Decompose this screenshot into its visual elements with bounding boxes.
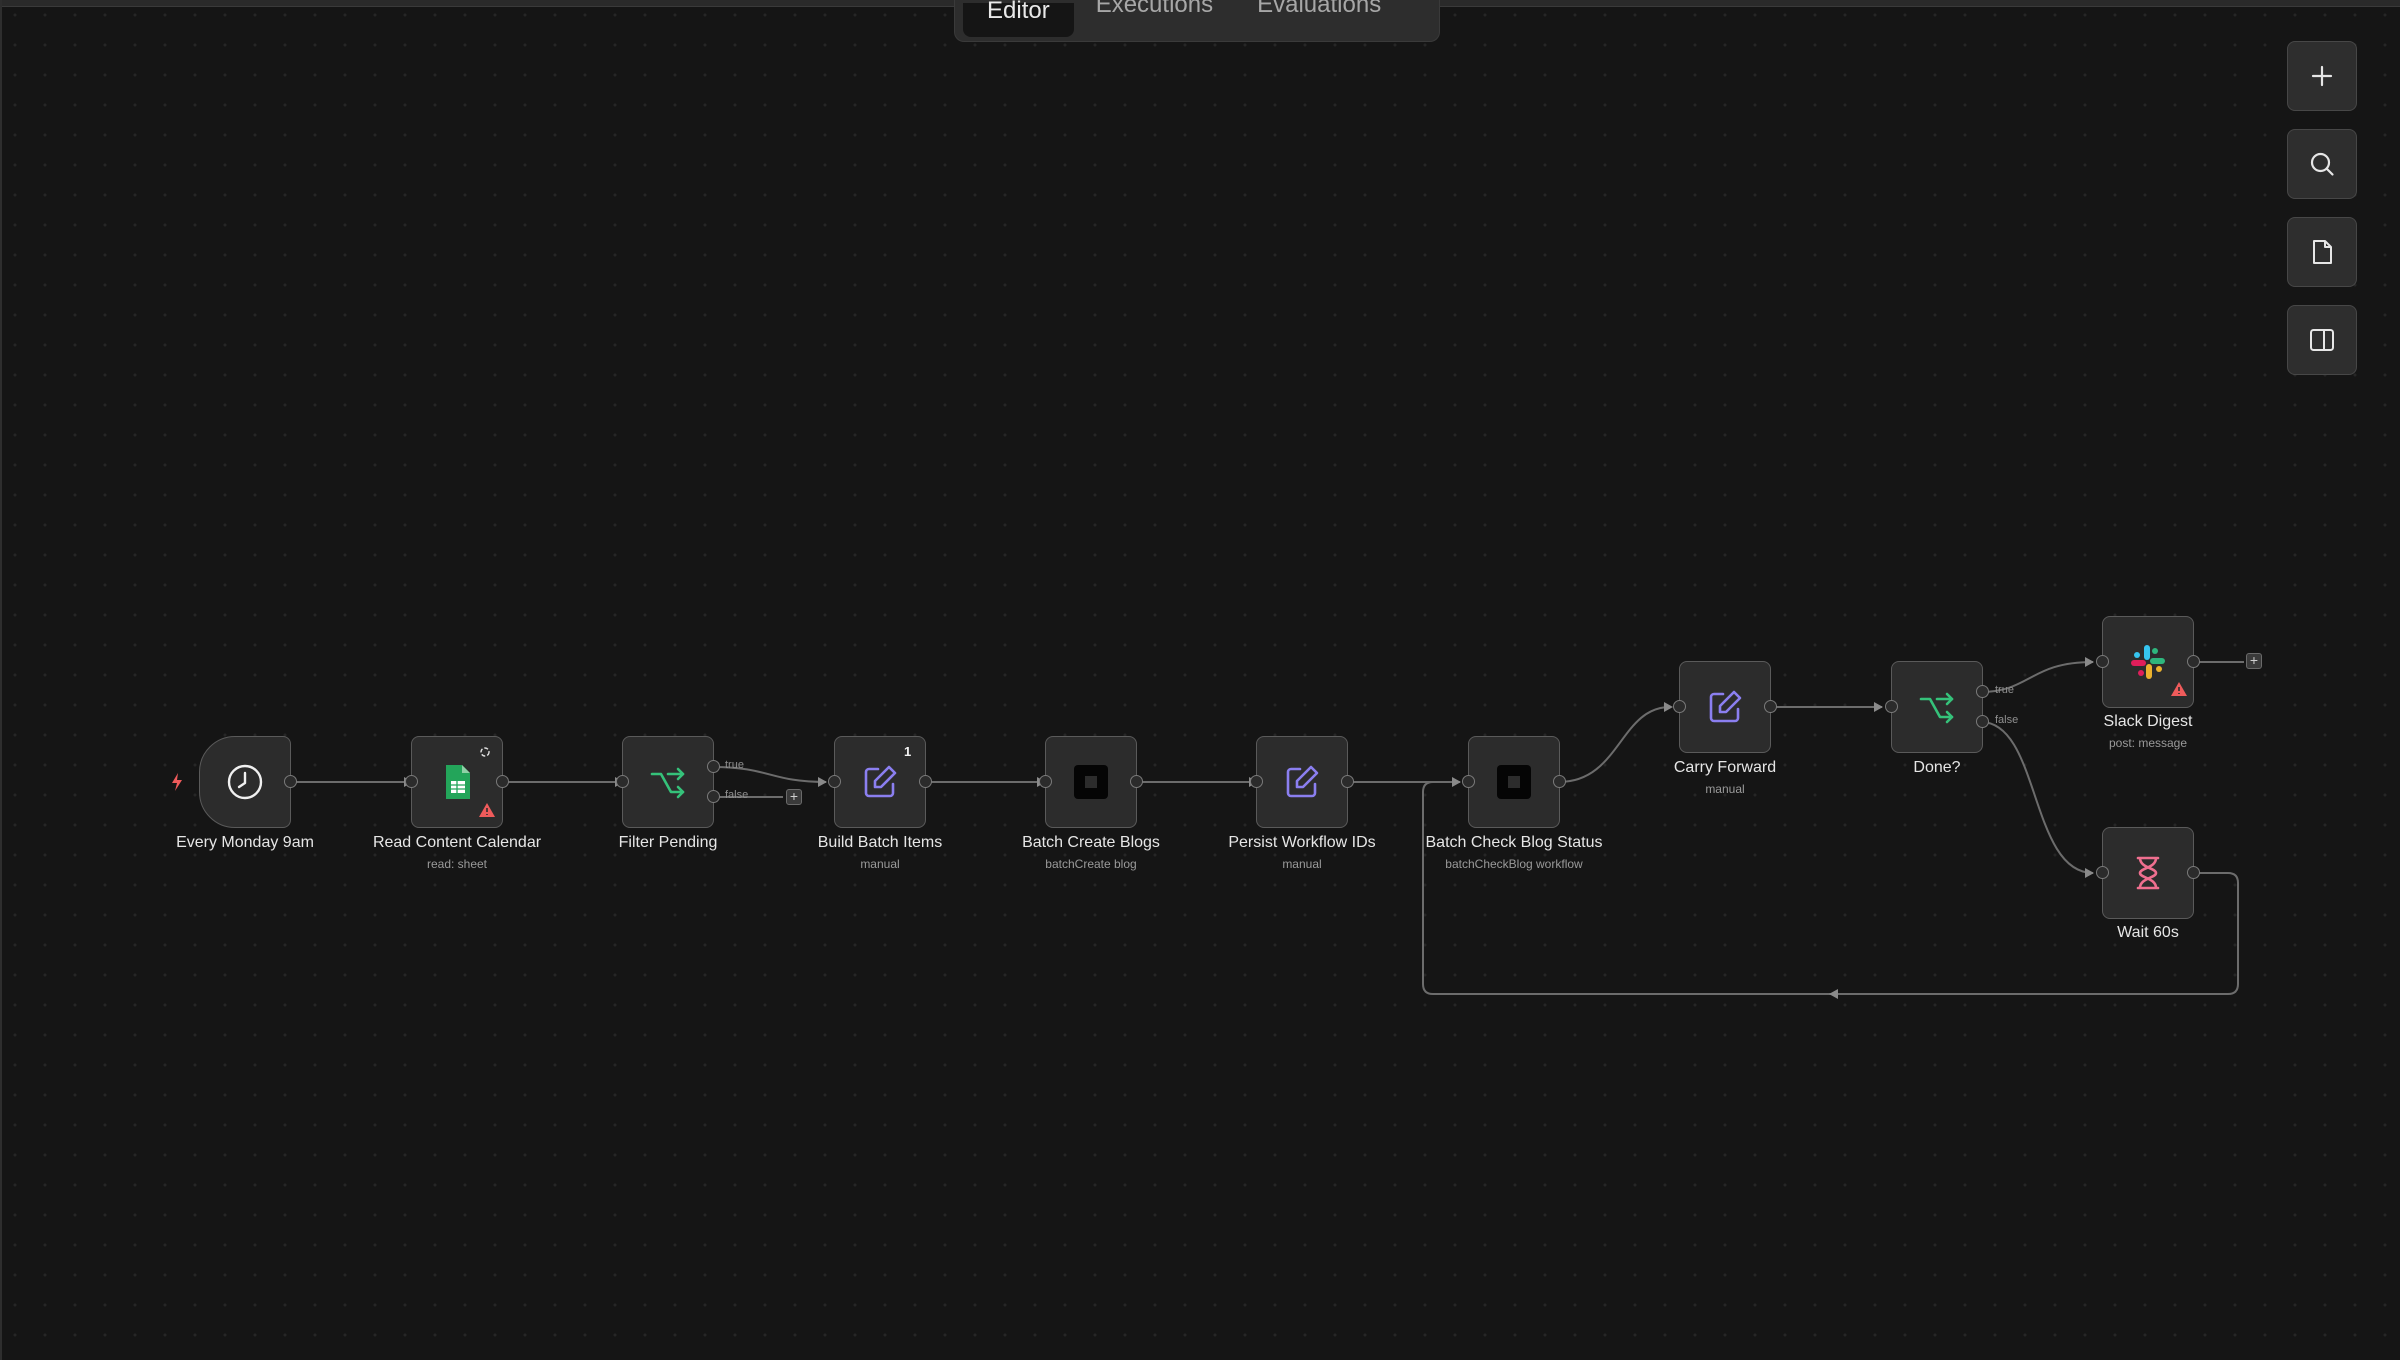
workflow-canvas[interactable]: Editor Executions Evaluations Every Mond… bbox=[0, 0, 2400, 1360]
add-node-after-slack-button[interactable]: + bbox=[2246, 653, 2262, 669]
node-label: Persist Workflow IDs bbox=[1228, 834, 1376, 851]
node-label: Batch Check Blog Status bbox=[1425, 834, 1603, 851]
square-icon bbox=[1497, 765, 1531, 799]
edit-icon bbox=[1286, 765, 1319, 798]
branch-label-false: false bbox=[725, 789, 749, 801]
branch-label-false: false bbox=[1995, 714, 2019, 726]
add-node-false-branch-button[interactable]: + bbox=[786, 789, 802, 805]
node-subtitle: batchCreate blog bbox=[1045, 857, 1137, 871]
branch-icon bbox=[1919, 692, 1954, 724]
output-port[interactable] bbox=[2187, 866, 2200, 879]
node-label: Every Monday 9am bbox=[176, 834, 314, 851]
edit-icon bbox=[864, 765, 897, 798]
input-port[interactable] bbox=[1885, 700, 1898, 713]
node-subtitle: manual bbox=[1282, 857, 1322, 871]
run-count-badge: 1 bbox=[904, 744, 912, 759]
input-port[interactable] bbox=[1039, 775, 1052, 788]
node-batch-check-blog-status[interactable] bbox=[1468, 736, 1560, 828]
output-port[interactable] bbox=[1341, 775, 1354, 788]
node-label: Carry Forward bbox=[1673, 759, 1777, 776]
output-port-true[interactable] bbox=[1976, 685, 1989, 698]
input-port[interactable] bbox=[1462, 775, 1475, 788]
node-label: Batch Create Blogs bbox=[1022, 834, 1160, 851]
node-subtitle: manual bbox=[860, 857, 900, 871]
branch-label-true: true bbox=[1995, 684, 2014, 696]
google-sheets-icon bbox=[446, 765, 470, 799]
output-port[interactable] bbox=[1764, 700, 1777, 713]
output-port[interactable] bbox=[496, 775, 509, 788]
node-label: Slack Digest bbox=[2103, 713, 2193, 730]
output-port[interactable] bbox=[1130, 775, 1143, 788]
input-port[interactable] bbox=[1673, 700, 1686, 713]
input-port[interactable] bbox=[2096, 655, 2109, 668]
input-port[interactable] bbox=[828, 775, 841, 788]
node-subtitle: read: sheet bbox=[426, 857, 488, 871]
output-port-false[interactable] bbox=[707, 790, 720, 803]
input-port[interactable] bbox=[1250, 775, 1263, 788]
output-port[interactable] bbox=[919, 775, 932, 788]
trigger-bolt-icon bbox=[172, 773, 182, 791]
node-subtitle: manual bbox=[1705, 782, 1745, 796]
branch-label-true: true bbox=[725, 759, 744, 771]
edit-icon bbox=[1709, 690, 1742, 723]
slack-icon bbox=[2131, 645, 2165, 679]
branch-icon bbox=[650, 767, 685, 799]
input-port[interactable] bbox=[2096, 866, 2109, 879]
node-filter-pending[interactable] bbox=[622, 736, 714, 828]
node-subtitle: batchCheckBlog workflow bbox=[1445, 857, 1583, 871]
node-batch-create-blogs[interactable] bbox=[1045, 736, 1137, 828]
node-carry-forward[interactable] bbox=[1679, 661, 1771, 753]
square-icon bbox=[1074, 765, 1108, 799]
output-port[interactable] bbox=[284, 775, 297, 788]
node-wait-60s[interactable] bbox=[2102, 827, 2194, 919]
hourglass-icon bbox=[2136, 856, 2160, 890]
output-port-true[interactable] bbox=[707, 760, 720, 773]
node-label: Read Content Calendar bbox=[372, 834, 542, 851]
output-port[interactable] bbox=[1553, 775, 1566, 788]
node-label: Filter Pending bbox=[618, 834, 718, 851]
input-port[interactable] bbox=[405, 775, 418, 788]
node-build-batch-items[interactable] bbox=[834, 736, 926, 828]
clock-icon bbox=[227, 764, 263, 800]
node-every-monday[interactable] bbox=[199, 736, 291, 828]
warning-icon[interactable] bbox=[2170, 681, 2188, 697]
node-label: Wait 60s bbox=[2117, 924, 2179, 941]
node-label: Build Batch Items bbox=[817, 834, 943, 851]
warning-icon[interactable] bbox=[478, 802, 496, 818]
pinned-data-icon bbox=[480, 747, 490, 757]
input-port[interactable] bbox=[616, 775, 629, 788]
output-port-false[interactable] bbox=[1976, 715, 1989, 728]
node-done[interactable] bbox=[1891, 661, 1983, 753]
node-persist-workflow-ids[interactable] bbox=[1256, 736, 1348, 828]
output-port[interactable] bbox=[2187, 655, 2200, 668]
node-label: Done? bbox=[1913, 759, 1961, 776]
connections bbox=[290, 657, 2244, 999]
node-subtitle: post: message bbox=[2108, 736, 2188, 750]
